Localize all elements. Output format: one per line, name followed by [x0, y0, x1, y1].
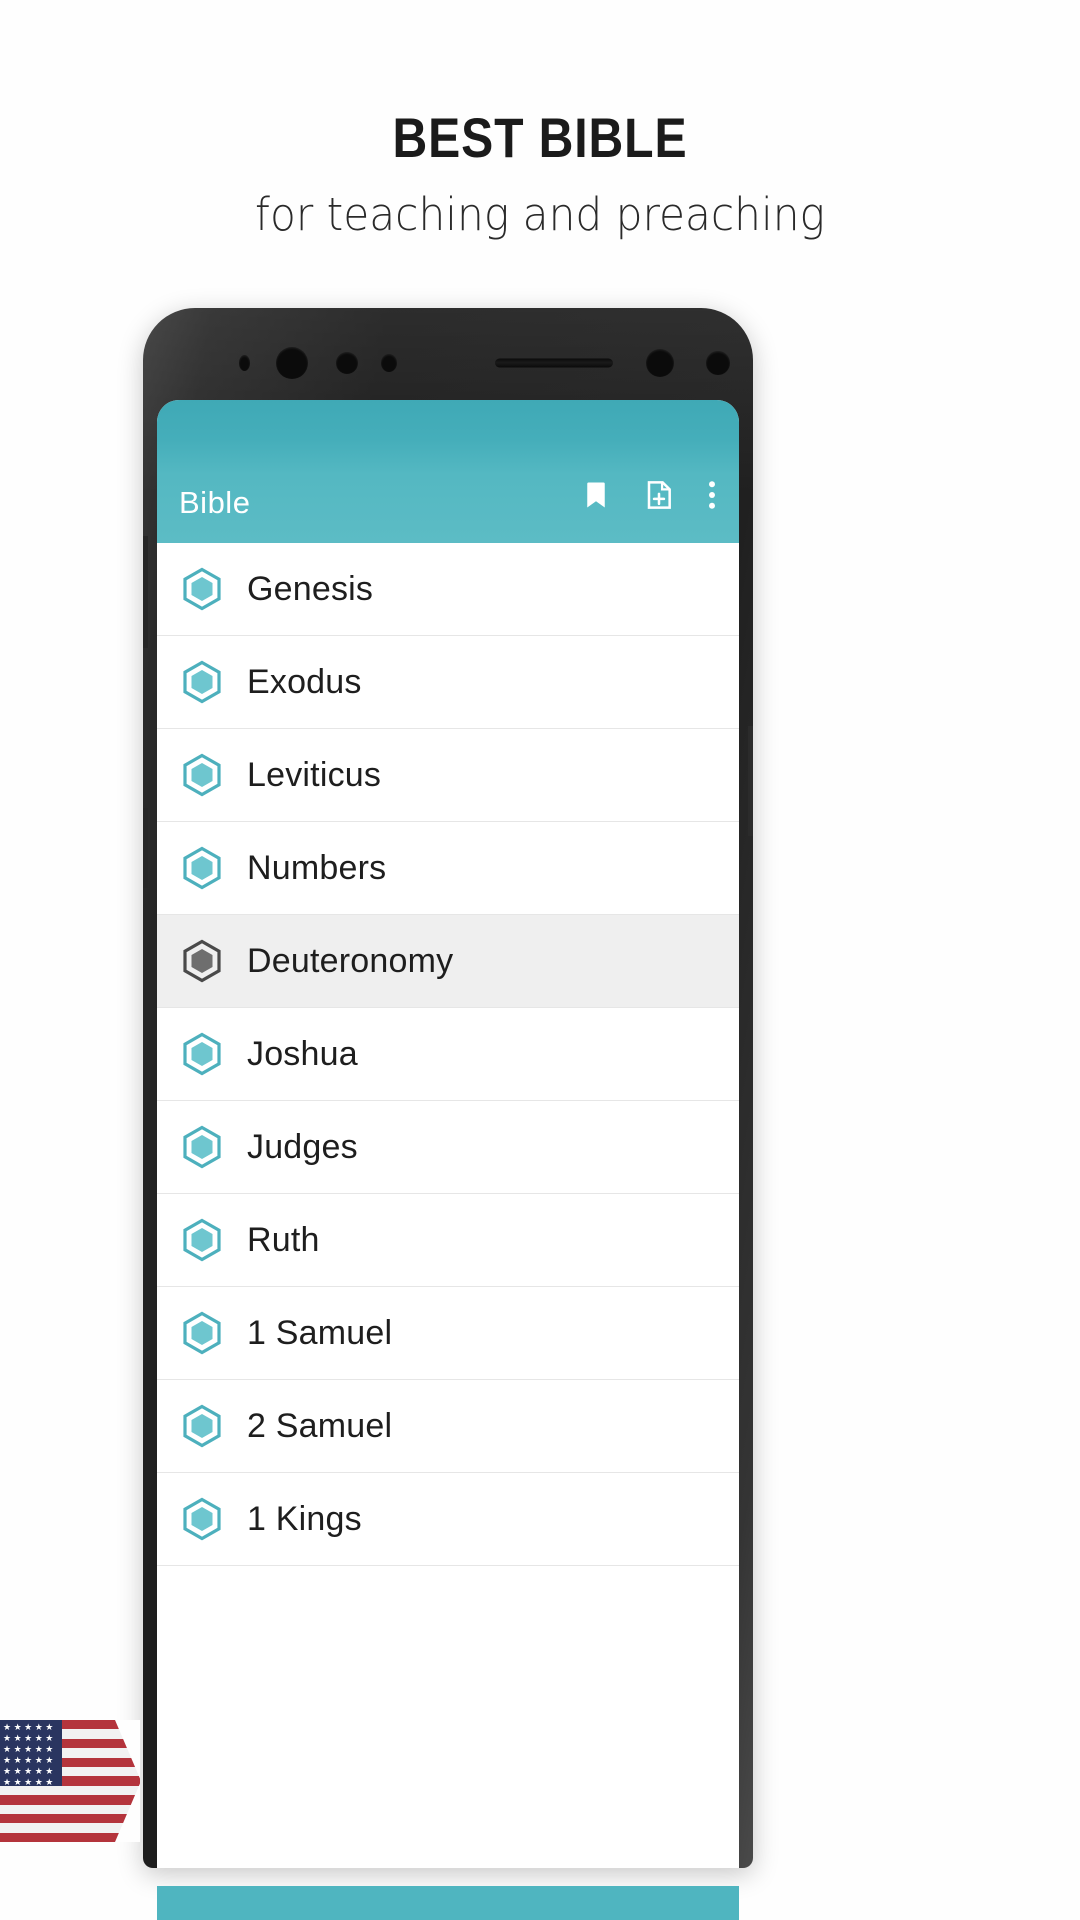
flag-stripe: [0, 1804, 140, 1814]
book-list-item-label: Judges: [247, 1127, 358, 1166]
hexagon-icon: [179, 1403, 225, 1449]
hexagon-icon: [179, 752, 225, 798]
hexagon-icon: [179, 1310, 225, 1356]
book-list-item-label: Genesis: [247, 569, 374, 608]
hexagon-icon: [179, 1124, 225, 1170]
sensor-array: [143, 346, 753, 380]
note-add-icon[interactable]: [643, 478, 675, 517]
hexagon-icon: [179, 1031, 225, 1077]
led-indicator-icon: [239, 355, 250, 371]
us-flag-icon: ★★★★★ ★★★★★ ★★★★★ ★★★★★ ★★★★★ ★★★★★: [0, 1720, 140, 1842]
bixby-button[interactable]: [143, 808, 148, 888]
book-list-item[interactable]: Leviticus: [157, 729, 739, 822]
bottom-accent-strip: [157, 1886, 739, 1920]
book-list-item-label: Joshua: [247, 1034, 358, 1073]
book-list[interactable]: Genesis Exodus Leviticus Numbers Deuteronomy…: [157, 543, 739, 1566]
flag-canton: ★★★★★ ★★★★★ ★★★★★ ★★★★★ ★★★★★ ★★★★★: [0, 1720, 62, 1788]
power-button[interactable]: [748, 726, 753, 836]
page-subtitle: for teaching and preaching: [255, 188, 825, 241]
app-bar-actions: [581, 478, 717, 521]
flag-stars: ★★★★★ ★★★★★ ★★★★★ ★★★★★ ★★★★★ ★★★★★: [3, 1723, 56, 1788]
hexagon-icon: [179, 566, 225, 612]
book-list-item-label: Leviticus: [247, 755, 382, 794]
proximity-sensor-icon: [381, 354, 397, 372]
hexagon-icon: [179, 659, 225, 705]
flag-stripe: [0, 1823, 140, 1833]
promo-screenshot: BEST BIBLE for teaching and preaching Bi…: [0, 0, 1080, 1920]
book-list-item[interactable]: Numbers: [157, 822, 739, 915]
hexagon-icon: [179, 1217, 225, 1263]
secondary-camera-icon: [646, 349, 674, 377]
book-list-item-label: Exodus: [247, 662, 362, 701]
book-list-item-label: 1 Samuel: [247, 1313, 393, 1352]
book-list-item[interactable]: 1 Kings: [157, 1473, 739, 1566]
book-list-item[interactable]: Genesis: [157, 543, 739, 636]
bookmark-icon[interactable]: [581, 478, 611, 517]
book-list-item[interactable]: Ruth: [157, 1194, 739, 1287]
phone-mockup: Bible Genesis Exodus Leviticus Numbers D…: [143, 308, 753, 1868]
phone-screen: Bible Genesis Exodus Leviticus Numbers D…: [157, 400, 739, 1868]
app-bar-title: Bible: [179, 485, 251, 520]
book-list-item-label: Ruth: [247, 1220, 320, 1259]
iris-scanner-icon: [336, 352, 358, 374]
promo-header: BEST BIBLE for teaching and preaching: [0, 0, 1080, 241]
book-list-item[interactable]: Exodus: [157, 636, 739, 729]
hexagon-icon: [179, 1496, 225, 1542]
earpiece-speaker-icon: [495, 358, 613, 368]
hexagon-icon: [179, 845, 225, 891]
page-title: BEST BIBLE: [392, 106, 688, 169]
front-camera-icon: [276, 347, 308, 379]
book-list-item[interactable]: Judges: [157, 1101, 739, 1194]
book-list-item[interactable]: 2 Samuel: [157, 1380, 739, 1473]
book-list-item[interactable]: Deuteronomy: [157, 915, 739, 1008]
app-bar: Bible: [157, 400, 739, 543]
book-list-item[interactable]: Joshua: [157, 1008, 739, 1101]
book-list-item-label: Numbers: [247, 848, 387, 887]
overflow-menu-icon[interactable]: [707, 478, 717, 517]
flag-stripe: [0, 1814, 140, 1824]
flag-stripe: [0, 1795, 140, 1805]
book-list-item-label: 2 Samuel: [247, 1406, 393, 1445]
tertiary-sensor-icon: [706, 351, 730, 375]
hexagon-icon: [179, 938, 225, 984]
book-list-item[interactable]: 1 Samuel: [157, 1287, 739, 1380]
book-list-item-label: Deuteronomy: [247, 941, 454, 980]
book-list-item-label: 1 Kings: [247, 1499, 362, 1538]
volume-up-button[interactable]: [143, 536, 148, 648]
